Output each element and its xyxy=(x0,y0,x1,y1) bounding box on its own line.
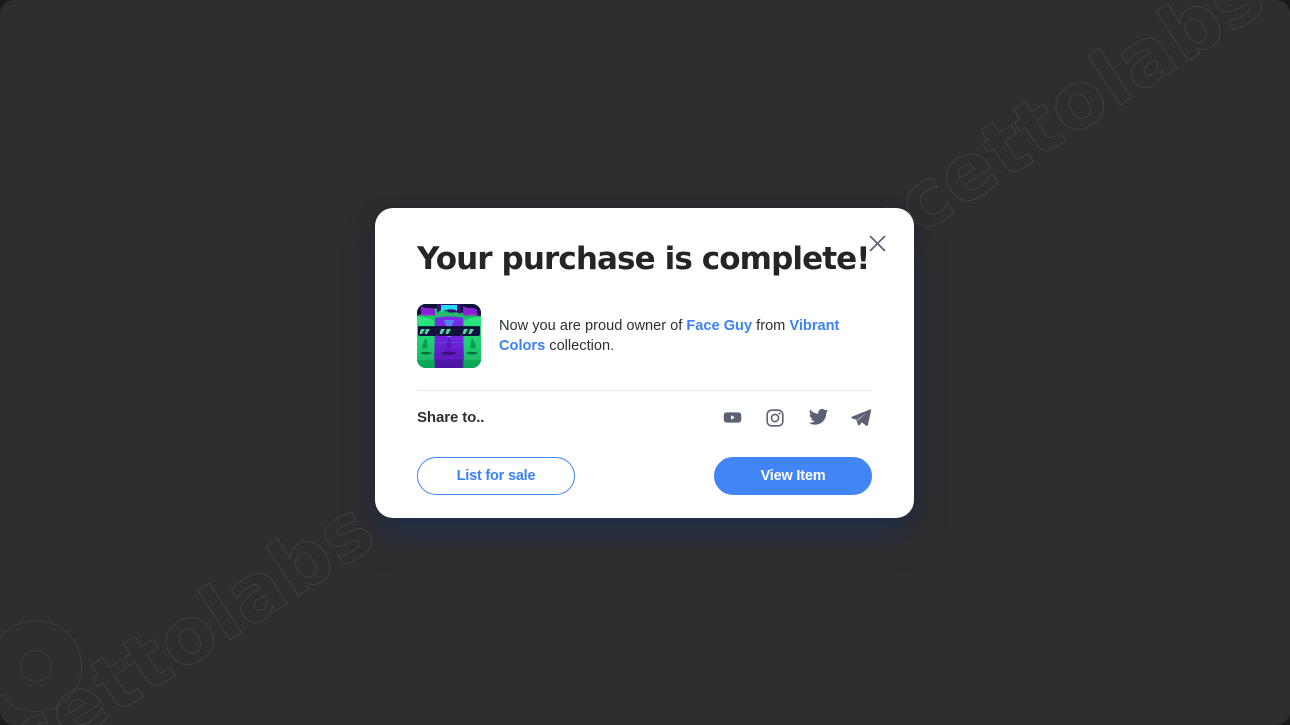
desc-suffix: collection. xyxy=(545,337,615,354)
desc-middle: from xyxy=(752,317,790,334)
purchase-complete-modal: Your purchase is complete! Now you are p… xyxy=(375,208,914,518)
youtube-icon[interactable] xyxy=(721,407,743,429)
watermark-at-icon xyxy=(0,620,82,712)
nft-thumbnail[interactable] xyxy=(417,303,481,368)
instagram-icon[interactable] xyxy=(764,407,786,429)
watermark-text: concettolabs xyxy=(1068,563,1290,725)
telegram-icon[interactable] xyxy=(850,407,872,429)
purchased-item-row: Now you are proud owner of Face Guy from… xyxy=(417,303,872,390)
view-item-button[interactable]: View Item xyxy=(714,456,872,495)
share-icon-list xyxy=(721,407,872,429)
page-title: Your purchase is complete! xyxy=(417,241,870,277)
twitter-icon[interactable] xyxy=(807,407,829,429)
desc-prefix: Now you are proud owner of xyxy=(499,317,687,334)
modal-actions: List for sale View Item xyxy=(417,456,872,495)
watermark-text: concettolabs xyxy=(0,483,391,725)
share-label: Share to.. xyxy=(417,409,485,427)
share-row: Share to.. xyxy=(417,391,872,445)
app-backdrop: concettolabs concettolabs concettolabs Y… xyxy=(0,0,1290,725)
purchase-description: Now you are proud owner of Face Guy from… xyxy=(499,304,844,356)
item-name-link[interactable]: Face Guy xyxy=(686,318,752,334)
list-for-sale-button[interactable]: List for sale xyxy=(417,456,575,495)
close-icon[interactable] xyxy=(862,228,892,258)
